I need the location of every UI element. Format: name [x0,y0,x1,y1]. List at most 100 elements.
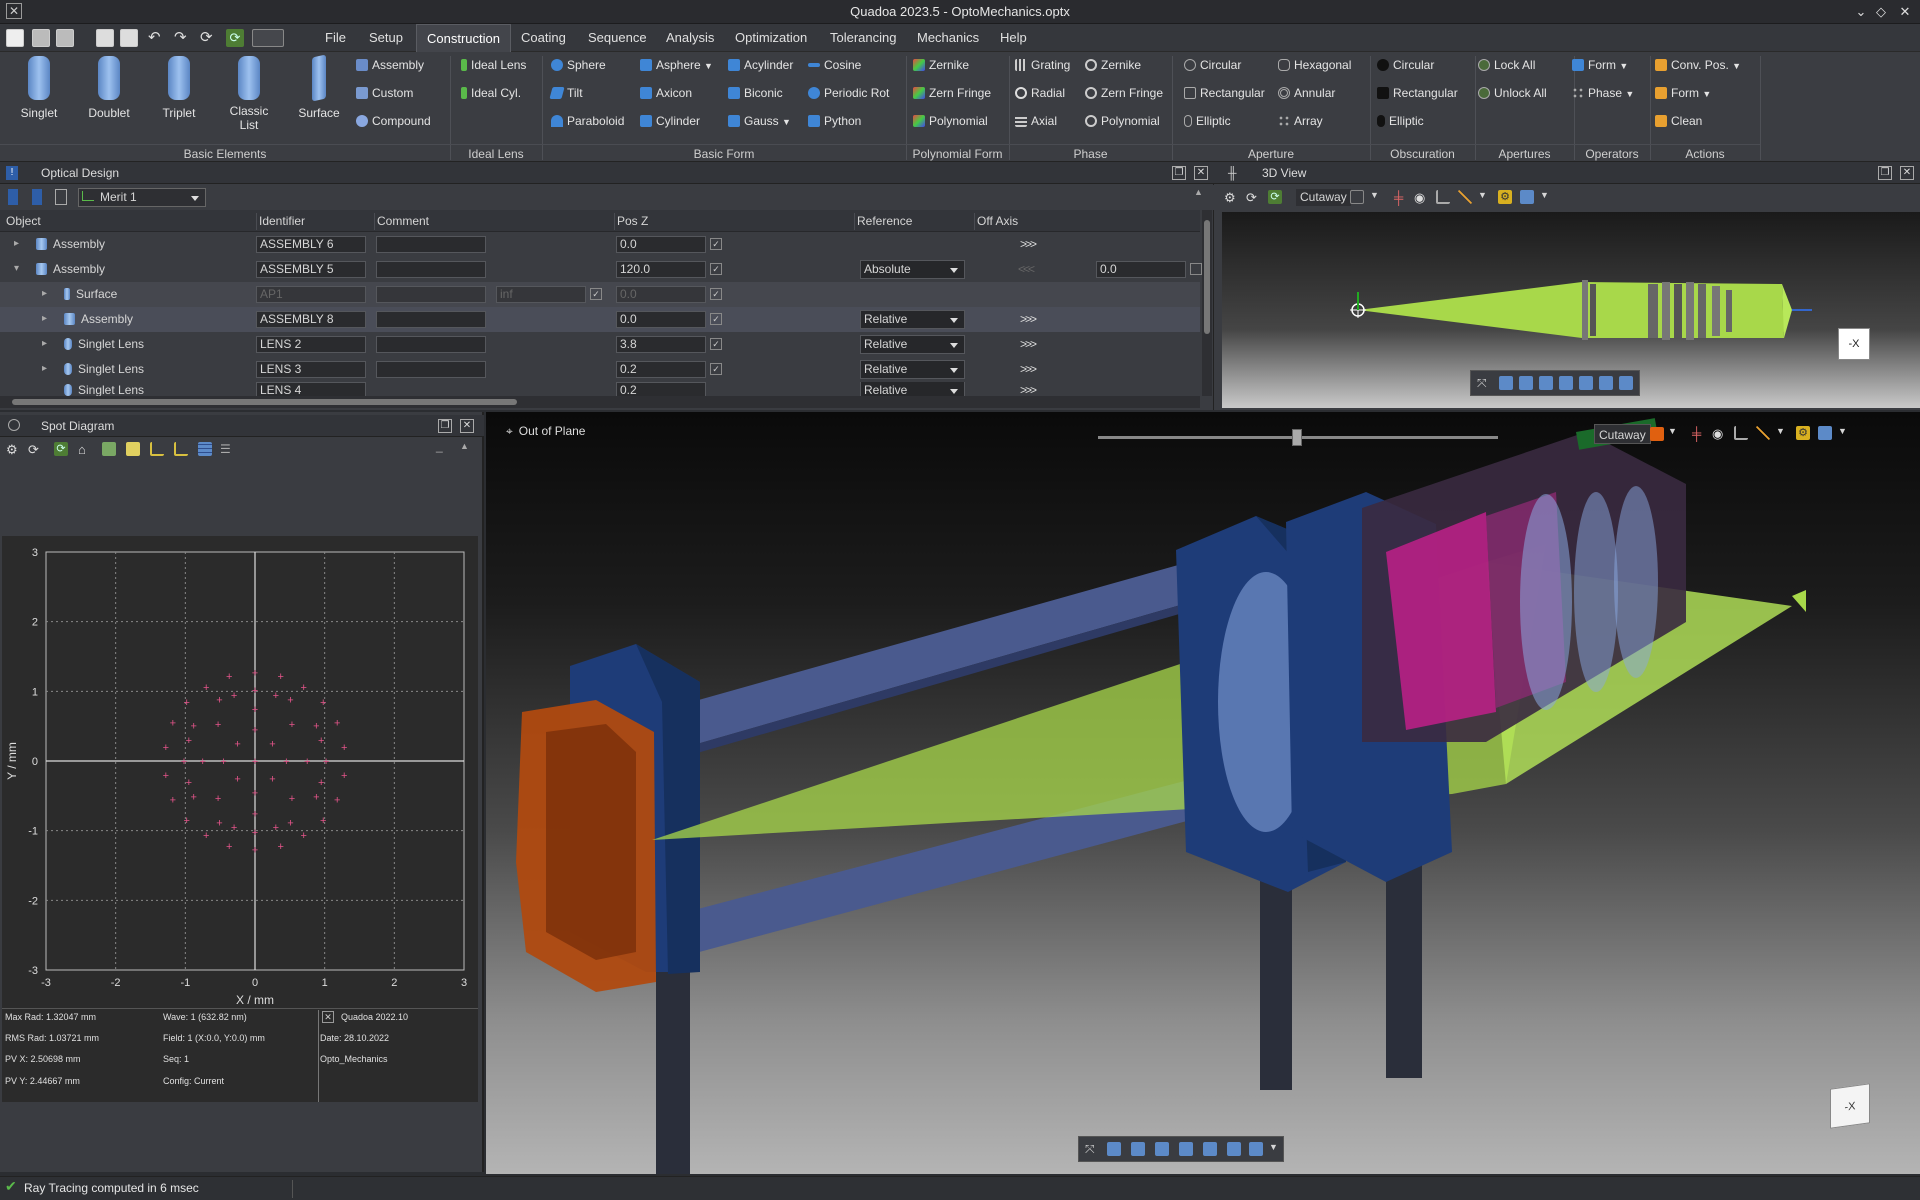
col-off-axis[interactable]: Off Axis [974,213,1018,230]
comment-field[interactable] [376,311,486,328]
close-panel-button[interactable]: ✕ [1194,166,1208,180]
menu-tolerancing[interactable]: Tolerancing [820,24,907,52]
col-identifier[interactable]: Identifier [256,213,305,230]
offaxis-expand[interactable]: >>> [1020,361,1037,378]
spot-close-button[interactable]: ✕ [460,419,474,433]
obscuration-circular-button[interactable]: Circular [1377,55,1434,75]
col-object[interactable]: Object [6,213,41,230]
expand-arrow-icon[interactable]: ▸ [42,338,47,349]
triplet-button[interactable]: Triplet [154,56,204,120]
aperture-elliptic-button[interactable]: Elliptic [1184,111,1231,131]
fit-view-icon[interactable]: ⤧ [1477,376,1487,391]
export-data-icon[interactable] [126,442,140,456]
view-dropdown-icon[interactable]: ▼ [1540,190,1549,200]
expand-arrow-icon[interactable]: ▸ [42,363,47,374]
posz-variable-checkbox[interactable]: ✓ [710,363,722,375]
view-iso-icon[interactable] [1619,376,1633,390]
ray-dropdown-icon[interactable]: ▼ [1478,190,1487,200]
radial-button[interactable]: Radial [1015,83,1065,103]
view-bottom-icon[interactable] [1227,1142,1241,1156]
redo-icon[interactable]: ↷ [174,29,192,47]
horizontal-scroll-thumb[interactable] [12,399,517,405]
section-plane-icon[interactable]: ╪ [1692,426,1706,441]
expand-arrow-icon[interactable]: ▸ [42,288,47,299]
gauss-button[interactable]: Gauss ▼ [728,111,791,131]
view-front-icon[interactable] [1107,1142,1121,1156]
ray-dropdown-icon[interactable]: ▼ [1776,426,1785,436]
table-row[interactable]: Singlet Lens LENS 4 0.2 Relative >>> [0,382,1200,396]
plane-slider-thumb[interactable] [1292,429,1302,446]
cutaway-color-icon[interactable] [1650,427,1664,441]
recent-folder-icon[interactable] [56,29,74,47]
doublet-button[interactable]: Doublet [83,56,135,120]
operator-form-button[interactable]: Form ▼ [1572,55,1628,75]
comment-field[interactable] [376,336,486,353]
view-back-icon[interactable] [1131,1142,1145,1156]
aperture-hexagonal-button[interactable]: Hexagonal [1278,55,1351,75]
cylinder-button[interactable]: Cylinder [640,111,700,131]
phase-dropdown-icon[interactable]: ▼ [1625,89,1634,99]
comment-field[interactable] [376,236,486,253]
polynomial-button[interactable]: Polynomial [913,111,988,131]
menu-construction[interactable]: Construction [416,24,511,52]
layout-icon[interactable] [252,29,284,47]
ideal-cyl-button[interactable]: Ideal Cyl. [461,83,521,103]
posz-field[interactable]: 0.2 [616,361,706,378]
posz-variable-checkbox[interactable]: ✓ [710,338,722,350]
paraboloid-button[interactable]: Paraboloid [551,111,624,131]
vertical-scrollbar[interactable] [1202,210,1212,396]
table-row[interactable]: ▸ Assembly ASSEMBLY 6 0.0 ✓ >>> [0,232,1200,257]
python-button[interactable]: Python [808,111,861,131]
identifier-field[interactable]: LENS 3 [256,361,366,378]
plane-slider[interactable] [1098,429,1498,446]
posz-variable-checkbox[interactable]: ✓ [710,313,722,325]
view-iso-icon[interactable] [1249,1142,1263,1156]
refresh-icon[interactable]: ⟳ [1246,190,1260,205]
orientation-cube[interactable]: -X [1838,328,1870,360]
phase-polynomial-button[interactable]: Polynomial [1085,111,1160,131]
auto-refresh-icon[interactable]: ⟳ [54,442,68,456]
reference-select[interactable]: Absolute [860,260,965,279]
menu-sequence[interactable]: Sequence [578,24,657,52]
posz-field[interactable]: 3.8 [616,336,706,353]
menu-coating[interactable]: Coating [511,24,576,52]
main-3d-view[interactable]: ⌖ Out of Plane Cutaway ▼ ╪ ◉ ▼ ⚙ ▼ -X ⤧ ▼ [486,412,1920,1174]
comment-field[interactable] [376,361,486,378]
axes-icon[interactable] [1734,426,1748,440]
conv-pos-button[interactable]: Conv. Pos. ▼ [1655,55,1741,75]
identifier-field[interactable]: ASSEMBLY 5 [256,261,366,278]
conv-pos-dropdown-icon[interactable]: ▼ [1732,61,1741,71]
menu-help[interactable]: Help [990,24,1037,52]
new-file-icon[interactable] [6,29,24,47]
gauss-dropdown-icon[interactable]: ▼ [782,117,791,127]
axes-grid-icon[interactable] [174,442,188,456]
main-cutaway-label[interactable]: Cutaway [1594,424,1651,444]
view-left-icon[interactable] [1155,1142,1169,1156]
comment-field[interactable] [376,261,486,278]
view-top-icon[interactable] [1579,376,1593,390]
view3d-float-button[interactable]: ❐ [1878,166,1892,180]
identifier-field[interactable]: LENS 4 [256,382,366,396]
undo-icon[interactable]: ↶ [148,29,166,47]
obscuration-elliptic-button[interactable]: Elliptic [1377,111,1424,131]
view3d-close-button[interactable]: ✕ [1900,166,1914,180]
view-back-icon[interactable] [1519,376,1533,390]
periodic-rot-button[interactable]: Periodic Rot [808,83,889,103]
asphere-dropdown-icon[interactable]: ▼ [704,61,713,71]
mechanics-gear-icon[interactable]: ⚙ [1796,426,1810,440]
offaxis-expand[interactable]: >>> [1020,336,1037,353]
radius-variable-checkbox[interactable]: ✓ [590,288,602,300]
view-right-icon[interactable] [1179,1142,1193,1156]
offaxis-expand[interactable]: >>> [1020,236,1037,253]
acylinder-button[interactable]: Acylinder [728,55,793,75]
expand-arrow-icon[interactable]: ▸ [14,238,19,249]
merit-select[interactable]: Merit 1 [78,188,206,207]
auto-update-icon[interactable]: ⟳ [226,29,244,47]
surface-button[interactable]: Surface [294,54,344,120]
table-row[interactable]: ▸ Singlet Lens LENS 3 0.2 ✓ Relative >>> [0,357,1200,382]
spot-float-button[interactable]: ❐ [438,419,452,433]
table-row[interactable]: ▸ Surface AP1 inf ✓ 0.0 ✓ [0,282,1200,307]
out-of-plane-toggle[interactable]: ⌖ Out of Plane [506,424,585,439]
expand-icon[interactable] [8,189,18,205]
grid-icon[interactable] [198,442,212,456]
